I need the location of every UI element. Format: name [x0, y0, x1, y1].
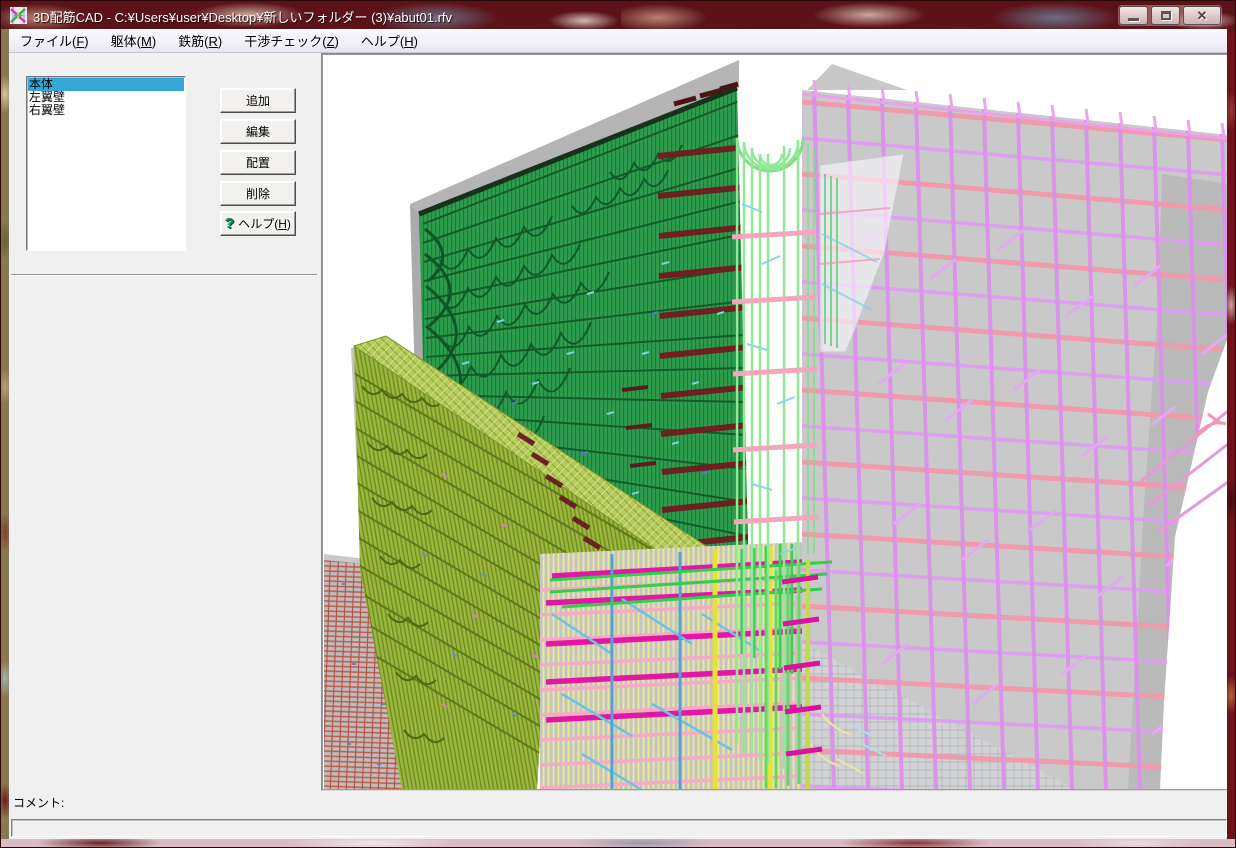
restore-icon: [1160, 11, 1171, 20]
window-border-left: [1, 29, 9, 841]
window-title: 3D配筋CAD - C:¥Users¥user¥Desktop¥新しいフォルダー…: [33, 10, 453, 25]
menu-help[interactable]: ヘルプ(H): [350, 29, 429, 52]
edit-button[interactable]: 編集: [220, 119, 296, 144]
menu-rebar[interactable]: 鉄筋(R): [167, 29, 233, 52]
menu-body[interactable]: 躯体(M): [100, 29, 168, 52]
close-button[interactable]: ✕: [1183, 6, 1221, 25]
rebar-model-canvas: [322, 54, 1228, 790]
window-border-right: [1227, 29, 1235, 841]
restore-button[interactable]: [1151, 6, 1180, 25]
comment-field[interactable]: [11, 819, 1227, 837]
menu-file[interactable]: ファイル(F): [9, 29, 100, 52]
title-bar[interactable]: 3D配筋CAD - C:¥Users¥user¥Desktop¥新しいフォルダー…: [1, 1, 1235, 29]
app-window: 3D配筋CAD - C:¥Users¥user¥Desktop¥新しいフォルダー…: [0, 0, 1236, 848]
place-button[interactable]: 配置: [220, 150, 296, 175]
window-border-bottom: [1, 839, 1235, 847]
list-item-right-wing-wall[interactable]: 右翼壁: [28, 104, 184, 117]
close-icon: ✕: [1196, 8, 1208, 23]
panel-divider: [11, 274, 317, 276]
question-mark-icon: ?: [225, 215, 235, 232]
app-icon: [10, 7, 27, 24]
add-button[interactable]: 追加: [220, 88, 296, 113]
viewport-3d[interactable]: [321, 53, 1229, 791]
menu-interference-check[interactable]: 干渉チェック(Z): [233, 29, 350, 52]
comment-label: コメント:: [13, 796, 65, 810]
minimize-button[interactable]: [1119, 6, 1148, 25]
window-controls: ✕: [1118, 5, 1222, 26]
menu-bar: ファイル(F) 躯体(M) 鉄筋(R) 干渉チェック(Z) ヘルプ(H): [9, 29, 1229, 53]
rebar-body-pink-block: [801, 64, 1228, 790]
minimize-icon: [1128, 17, 1139, 21]
status-bar: コメント:: [9, 791, 1229, 841]
parts-panel: 本体 左翼壁 右翼壁 追加 編集 配置 削除 ? ヘルプ(H): [9, 53, 321, 791]
help-button-label: ヘルプ(H): [238, 217, 291, 231]
client-area: 本体 左翼壁 右翼壁 追加 編集 配置 削除 ? ヘルプ(H) コメント:: [9, 53, 1229, 841]
help-button[interactable]: ? ヘルプ(H): [220, 211, 296, 236]
part-listbox[interactable]: 本体 左翼壁 右翼壁: [26, 76, 186, 251]
delete-button[interactable]: 削除: [220, 181, 296, 206]
